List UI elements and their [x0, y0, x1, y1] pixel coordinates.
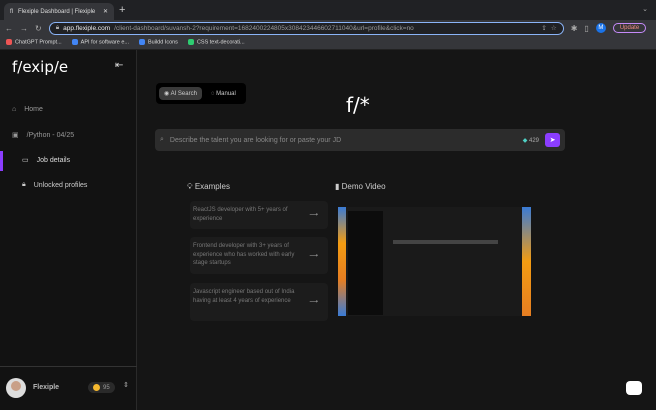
video-frame-edge: [338, 207, 346, 316]
lock-icon: 🔒︎: [22, 181, 26, 188]
lock-icon: 🔒︎: [55, 24, 60, 31]
bookmark-icon: [6, 39, 12, 46]
user-avatar[interactable]: [6, 378, 26, 398]
arrow-right-icon: ⟶: [309, 298, 318, 305]
video-icon: ▮: [335, 182, 340, 191]
bookmark-icon: [71, 39, 78, 46]
address-toolbar: ← → ↻ 🔒︎ app.flexiple.com/client-dashboard/…: [0, 20, 656, 36]
sidepanel-icon[interactable]: ▯: [584, 24, 588, 33]
demo-video-heading: ▮ Demo Video: [335, 182, 386, 191]
bookmark[interactable]: Buildd Icons: [138, 39, 178, 46]
examples-heading: 💡︎ Examples: [187, 182, 230, 191]
chat-widget-icon[interactable]: [626, 381, 642, 395]
browser-tab-bar: fl Flexiple Dashboard | Flexiple ✕ + ⌄: [0, 0, 656, 20]
close-tab-icon[interactable]: ✕: [103, 8, 108, 15]
sidebar-item-job-details[interactable]: ▭ Job details: [0, 151, 137, 171]
collapse-sidebar-icon[interactable]: ⇤: [115, 60, 123, 71]
sidebar-item-unlocked-profiles[interactable]: 🔒︎ Unlocked profiles: [0, 176, 137, 194]
update-button[interactable]: Update: [612, 23, 647, 33]
home-icon: ⌂: [12, 105, 17, 113]
bookmark-icon: [187, 39, 194, 46]
bookmark[interactable]: CSS text-decorati...: [187, 39, 245, 46]
coin-icon: [93, 384, 100, 391]
profile-avatar[interactable]: M: [595, 23, 606, 33]
diamond-icon: ◆: [522, 137, 528, 144]
back-icon[interactable]: ←: [5, 24, 13, 33]
id-card-icon: ▭: [22, 157, 29, 164]
share-icon[interactable]: ⇪: [541, 24, 546, 32]
demo-video-player[interactable]: [338, 207, 531, 316]
send-button[interactable]: ➤: [545, 133, 560, 147]
browser-tab[interactable]: fl Flexiple Dashboard | Flexiple ✕: [4, 3, 114, 20]
credits-count: ◆ 429: [522, 137, 539, 144]
search-mode-toggle: ◉ AI Search ◌ Manual: [156, 83, 246, 104]
example-item[interactable]: Javascript engineer based out of India h…: [190, 283, 328, 321]
bookmarks-bar: ChatGPT Prompt... API for software e... …: [0, 36, 656, 50]
coins-badge: 95: [88, 382, 115, 393]
new-tab-button[interactable]: +: [119, 4, 125, 16]
talent-search-bar[interactable]: ⌕ Describe the talent you are looking fo…: [155, 129, 565, 151]
video-thumbnail-sidebar: [348, 211, 383, 315]
user-footer: Flexiple 95 ⇕: [0, 366, 137, 410]
user-name: Flexiple: [33, 384, 60, 391]
flexiple-mark: f/*: [346, 93, 370, 117]
bookmark[interactable]: ChatGPT Prompt...: [6, 39, 62, 46]
star-icon[interactable]: ☆: [551, 24, 557, 32]
flexiple-logo[interactable]: f/exip/e: [12, 58, 68, 76]
example-item[interactable]: ReactJS developer with 5+ years of exper…: [190, 201, 328, 229]
lightbulb-icon: 💡︎: [187, 182, 193, 191]
search-icon: ⌕: [160, 136, 164, 143]
ai-search-tab[interactable]: ◉ AI Search: [159, 87, 202, 100]
tab-search-icon[interactable]: ⌄: [642, 5, 648, 13]
bookmark[interactable]: API for software e...: [71, 39, 129, 46]
url-bar[interactable]: 🔒︎ app.flexiple.com/client-dashboard/suva…: [48, 21, 564, 35]
briefcase-icon: ▣: [12, 132, 19, 139]
sidebar: f/exip/e ⇤ ⌂ Home ▣/Python - 04/25 ▭ Job d…: [0, 50, 137, 410]
video-thumbnail-search: [393, 240, 498, 244]
arrow-right-icon: ⟶: [309, 211, 318, 218]
arrow-right-icon: ⟶: [309, 252, 318, 259]
sidebar-item-home[interactable]: ⌂ Home: [0, 100, 137, 118]
example-item[interactable]: Frontend developer with 3+ years of expe…: [190, 237, 328, 274]
reload-icon[interactable]: ↻: [35, 24, 42, 33]
extensions-icon[interactable]: ✱: [571, 24, 578, 33]
forward-icon[interactable]: →: [20, 24, 28, 33]
expand-chevrons-icon[interactable]: ⇕: [123, 381, 129, 389]
bookmark-icon: [138, 39, 145, 46]
video-frame-edge: [522, 207, 531, 316]
manual-tab[interactable]: ◌ Manual: [206, 88, 241, 100]
search-input[interactable]: Describe the talent you are looking for …: [170, 137, 341, 144]
favicon-icon: fl: [10, 8, 13, 15]
sidebar-item-job[interactable]: ▣/Python - 04/25: [0, 126, 137, 144]
